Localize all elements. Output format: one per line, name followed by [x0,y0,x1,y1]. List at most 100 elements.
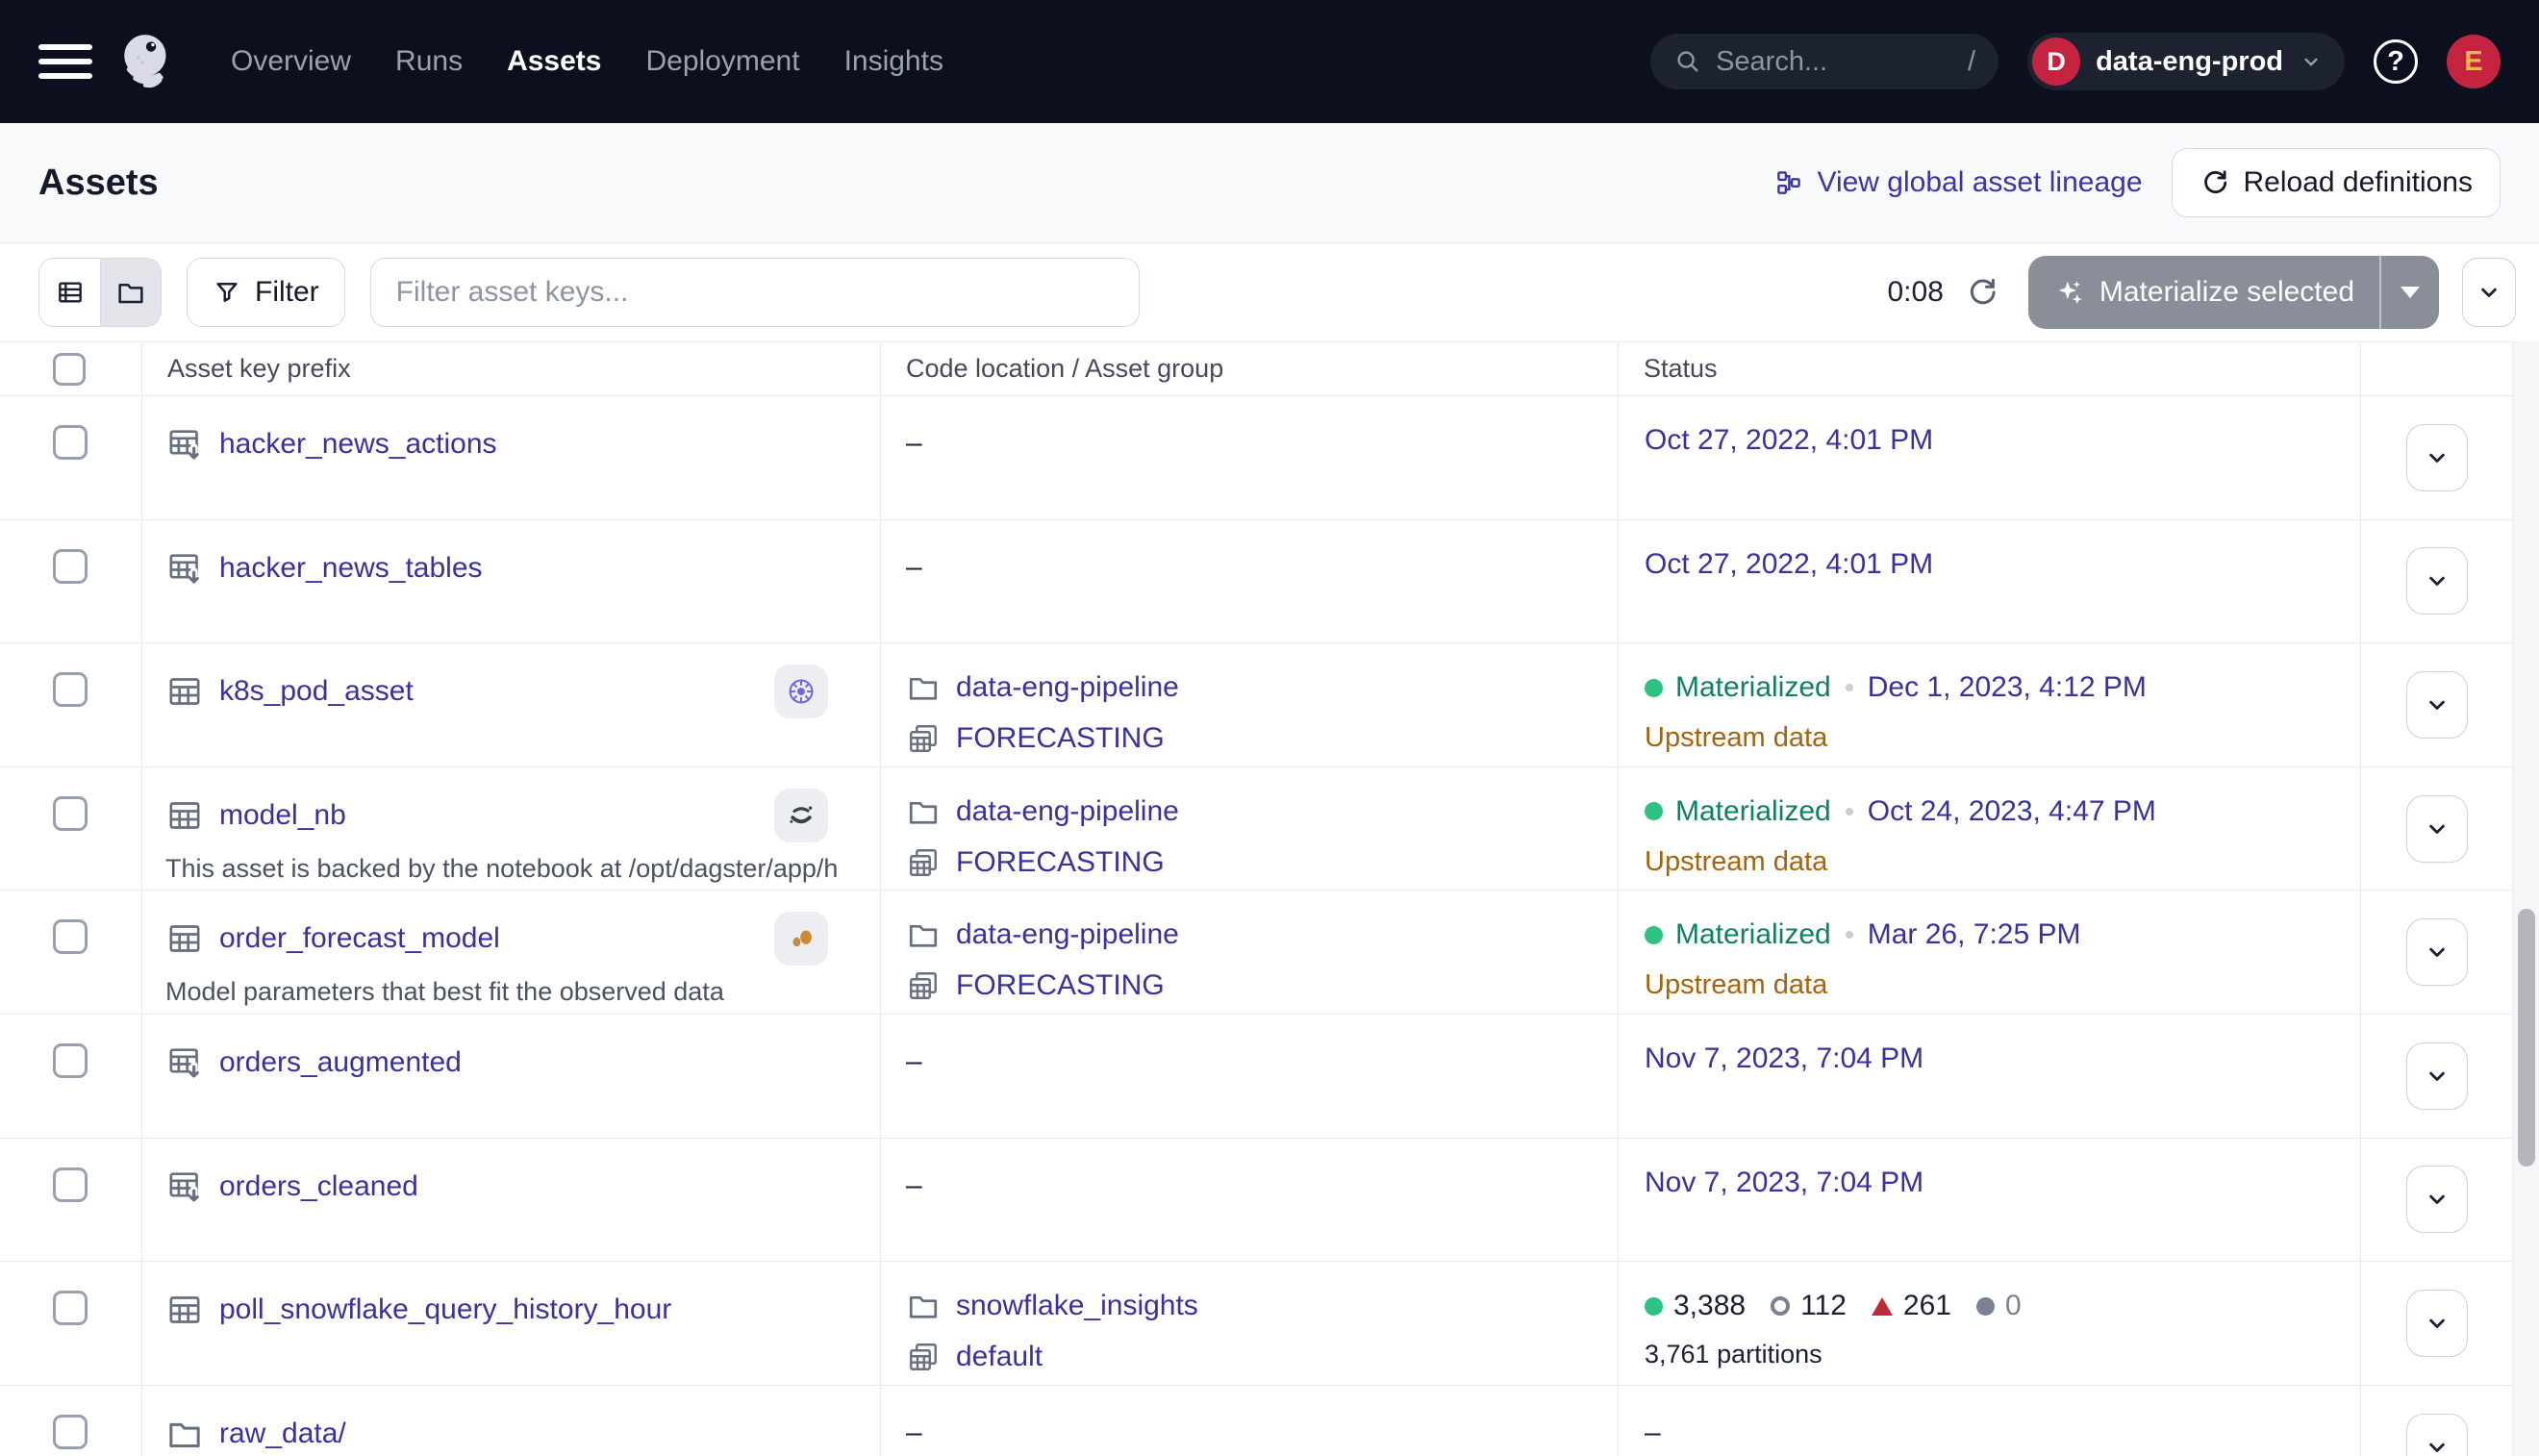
materialization-time-link[interactable]: Oct 27, 2022, 4:01 PM [1645,424,1933,457]
nav-item-overview[interactable]: Overview [231,45,351,78]
row-checkbox[interactable] [53,672,88,707]
row-expand-button[interactable] [2406,671,2468,739]
row-checkbox[interactable] [53,425,88,460]
row-checkbox[interactable] [53,549,88,584]
deployment-switcher[interactable]: D data-eng-prod [2027,33,2345,90]
chevron-down-icon [2424,1186,2451,1213]
materialization-time-link[interactable]: Dec 1, 2023, 4:12 PM [1868,671,2147,704]
view-global-asset-lineage-link[interactable]: View global asset lineage [1774,166,2142,199]
scrollbar-thumb[interactable] [2518,909,2535,1167]
asset-group-link[interactable]: FORECASTING [956,969,1165,1002]
asset-key-link[interactable]: poll_snowflake_query_history_hour [219,1293,671,1326]
dagster-logo[interactable] [117,30,181,93]
asset-key-link[interactable]: model_nb [219,799,346,832]
code-location-link[interactable]: snowflake_insights [956,1290,1198,1322]
code-location-link[interactable]: data-eng-pipeline [956,671,1179,704]
search-input[interactable]: Search... / [1650,34,1999,89]
collapse-all-button[interactable] [2462,258,2516,327]
asset-key-link[interactable]: hacker_news_actions [219,428,497,461]
nav-item-runs[interactable]: Runs [395,45,463,78]
asset-group-link[interactable]: FORECASTING [956,722,1165,755]
asset-key-link[interactable]: raw_data/ [219,1418,346,1450]
chevron-down-icon [2424,1434,2451,1456]
row-expand-button[interactable] [2406,918,2468,986]
row-expand-button[interactable] [2406,1166,2468,1233]
table-row: k8s_pod_asset data-eng-pipeline FORECAST… [0,643,2512,767]
assets-table: Asset key prefix Code location / Asset g… [0,341,2512,1456]
refresh-button[interactable] [1965,275,1999,310]
nav-item-deployment[interactable]: Deployment [645,45,799,78]
folder-icon [906,794,941,829]
asset-key-link[interactable]: k8s_pod_asset [219,675,414,708]
filter-asset-keys-input[interactable] [370,258,1140,327]
folder-icon [906,917,941,952]
row-expand-button[interactable] [2406,547,2468,615]
view-toggle [38,258,162,327]
menu-icon[interactable] [38,39,96,84]
folder-icon [165,1415,204,1453]
reload-definitions-button[interactable]: Reload definitions [2172,148,2501,217]
row-checkbox[interactable] [53,1291,88,1325]
failed-triangle-icon [1872,1297,1893,1316]
separator-dot [1846,684,1853,691]
avatar[interactable]: E [2447,35,2501,88]
row-checkbox[interactable] [53,1043,88,1078]
materialized-dot [1645,802,1663,820]
asset-group-link[interactable]: FORECASTING [956,846,1165,879]
asset-key-link[interactable]: order_forecast_model [219,922,500,955]
materialization-time-link[interactable]: Mar 26, 7:25 PM [1868,918,2081,951]
select-all-checkbox[interactable] [53,353,86,386]
scrollbar-track[interactable] [2512,341,2539,1456]
materialized-dot [1645,679,1663,697]
folder-view-button[interactable] [100,259,161,326]
asset-description: This asset is backed by the notebook at … [165,854,839,884]
code-location-link[interactable]: data-eng-pipeline [956,795,1179,828]
filter-button[interactable]: Filter [187,258,345,327]
separator-dot [1846,931,1853,939]
materialized-label: Materialized [1675,671,1831,704]
row-checkbox[interactable] [53,1415,88,1449]
chevron-down-icon [2424,816,2451,842]
row-checkbox[interactable] [53,796,88,831]
asset-group-icon [906,968,941,1003]
nav-item-assets[interactable]: Assets [507,45,601,78]
materialization-time-link[interactable]: Nov 7, 2023, 7:04 PM [1645,1042,1923,1075]
lineage-icon [1774,168,1803,197]
list-view-button[interactable] [39,259,100,326]
materialize-selected-button: Materialize selected [2028,256,2439,329]
table-row: model_nb This asset is backed by the not… [0,767,2512,891]
row-expand-button[interactable] [2406,1414,2468,1456]
row-checkbox[interactable] [53,1167,88,1202]
materialize-selected-main[interactable]: Materialize selected [2028,256,2379,329]
empty-location: – [906,1038,1618,1078]
in-progress-dot [1976,1297,1995,1316]
table-row: orders_augmented – Nov 7, 2023, 7:04 PM [0,1015,2512,1139]
asset-group-link[interactable]: default [956,1341,1043,1373]
table-body: hacker_news_actions – Oct 27, 2022, 4:01… [0,396,2512,1456]
asset-key-link[interactable]: orders_augmented [219,1046,462,1079]
help-icon[interactable]: ? [2374,39,2418,84]
column-header-code-location: Code location / Asset group [881,342,1619,395]
table-icon [165,672,204,711]
asset-key-link[interactable]: hacker_news_tables [219,552,483,585]
nav-item-insights[interactable]: Insights [844,45,943,78]
row-expand-button[interactable] [2406,1290,2468,1357]
materialization-time-link[interactable]: Nov 7, 2023, 7:04 PM [1645,1167,1923,1199]
chevron-down-icon [2424,444,2451,471]
row-expand-button[interactable] [2406,424,2468,491]
table-icon [165,919,204,958]
empty-location: – [906,1409,1618,1449]
deployment-badge: D [2032,38,2080,86]
row-expand-button[interactable] [2406,795,2468,863]
table-arrow-icon [165,1043,204,1082]
page-header: Assets View global asset lineage Reload … [0,123,2539,243]
materialization-time-link[interactable]: Oct 24, 2023, 4:47 PM [1868,795,2156,828]
asset-key-link[interactable]: orders_cleaned [219,1170,418,1203]
materialization-time-link[interactable]: Oct 27, 2022, 4:01 PM [1645,548,1933,581]
sparkles-icon [2053,276,2086,309]
code-location-link[interactable]: data-eng-pipeline [956,918,1179,951]
materialize-dropdown-caret[interactable] [2379,256,2439,329]
row-checkbox[interactable] [53,919,88,954]
materialized-label: Materialized [1675,918,1831,951]
row-expand-button[interactable] [2406,1042,2468,1110]
